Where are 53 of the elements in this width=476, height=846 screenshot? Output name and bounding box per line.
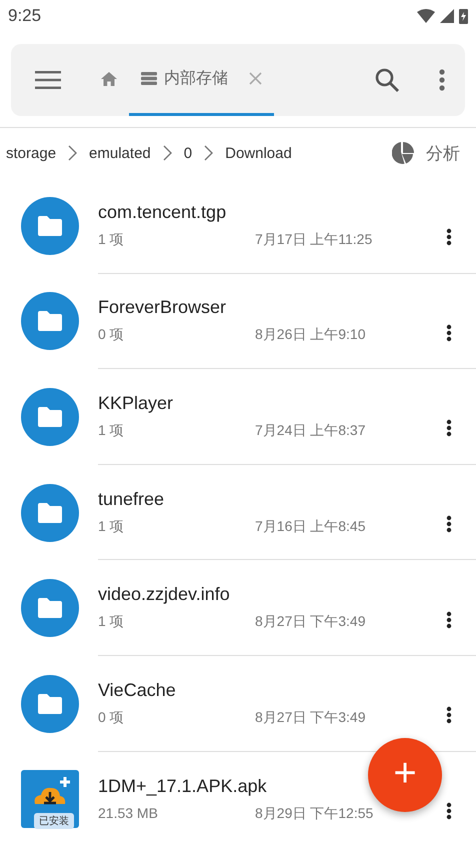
more-icon[interactable] — [446, 610, 452, 629]
more-icon[interactable] — [446, 706, 452, 724]
add-button[interactable]: + — [368, 738, 442, 812]
breadcrumb-item[interactable]: emulated — [89, 144, 151, 162]
file-info: 0 项 — [98, 326, 125, 344]
chevron-icon — [162, 145, 172, 161]
file-name: 1DM+_17.1.APK.apk — [98, 776, 268, 797]
folder-icon — [21, 292, 79, 350]
folder-icon — [21, 674, 79, 733]
file-info: 21.53 MB — [98, 804, 159, 823]
folder-icon — [21, 196, 79, 255]
file-info: 1 项 — [98, 613, 125, 632]
folder-icon — [21, 388, 79, 446]
file-date: 7月16日 上午8:45 — [255, 518, 366, 536]
storage-icon — [141, 72, 157, 85]
installed-badge: 已安装 — [34, 813, 74, 830]
breadcrumb-item[interactable]: Download — [225, 144, 292, 162]
file-info: 1 项 — [98, 422, 125, 440]
more-icon[interactable] — [446, 515, 452, 534]
file-date: 7月17日 上午11:25 — [255, 230, 372, 249]
folder-icon — [21, 484, 79, 542]
file-info: 1 项 — [98, 230, 125, 249]
file-info: 0 项 — [98, 708, 125, 727]
file-name: com.tencent.tgp — [98, 202, 228, 223]
menu-icon[interactable] — [35, 71, 61, 89]
folder-icon — [21, 579, 79, 638]
status-time: 9:25 — [8, 6, 42, 26]
pie-chart-icon — [392, 142, 414, 164]
file-name: video.zzjdev.info — [98, 584, 231, 606]
more-icon[interactable] — [446, 802, 452, 820]
file-date: 8月26日 上午9:10 — [255, 326, 366, 344]
file-name: ForeverBrowser — [98, 297, 228, 318]
home-icon — [101, 72, 117, 86]
more-icon[interactable] — [446, 228, 452, 246]
chevron-icon — [204, 145, 214, 161]
file-info: 1 项 — [98, 518, 125, 536]
file-name: KKPlayer — [98, 392, 174, 414]
wifi-icon — [417, 9, 435, 23]
search-icon[interactable] — [375, 68, 399, 92]
file-name: tunefree — [98, 488, 166, 510]
file-name: VieCache — [98, 680, 177, 701]
file-date: 7月24日 上午8:37 — [255, 422, 366, 440]
chevron-icon — [68, 145, 78, 161]
file-date: 8月27日 下午3:49 — [255, 708, 366, 727]
more-icon[interactable] — [446, 324, 452, 342]
file-date: 8月27日 下午3:49 — [255, 613, 366, 632]
breadcrumb-item[interactable]: 0 — [184, 144, 192, 162]
tab[interactable]: 内部存储 — [129, 44, 274, 116]
analyze-button[interactable]: 分析 — [392, 142, 460, 164]
breadcrumb-item[interactable]: storage — [6, 144, 56, 162]
battery-icon — [459, 8, 468, 24]
more-icon[interactable] — [446, 419, 452, 438]
signal-icon — [440, 9, 454, 23]
